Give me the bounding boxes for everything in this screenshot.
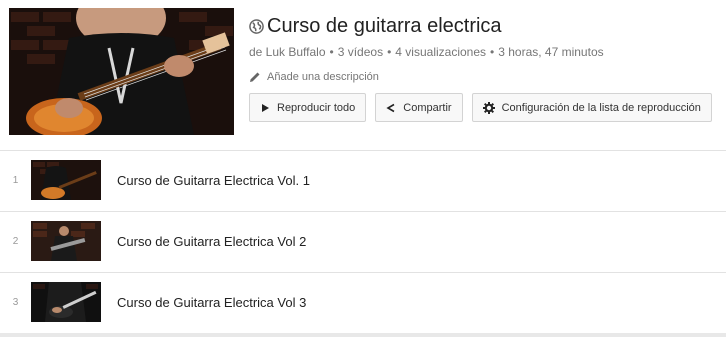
video-thumbnail-image	[31, 282, 101, 322]
video-index: 1	[12, 175, 19, 186]
video-count: 3 vídeos	[337, 45, 384, 59]
video-title[interactable]: Curso de Guitarra Electrica Vol. 1	[117, 173, 310, 188]
author-link[interactable]: de Luk Buffalo	[249, 45, 326, 59]
play-all-label: Reproducir todo	[277, 101, 356, 114]
playlist-title: Curso de guitarra electrica	[267, 14, 502, 37]
video-row[interactable]: 1 Curso de Guitarra Electrica Vol. 1	[0, 151, 726, 212]
video-title[interactable]: Curso de Guitarra Electrica Vol 3	[117, 295, 306, 310]
share-button[interactable]: Compartir	[375, 93, 463, 122]
separator: •	[329, 45, 334, 59]
video-index: 3	[12, 297, 19, 308]
guitarist-image	[9, 8, 234, 135]
video-row[interactable]: 3 Curso de Guitarra Electrica Vol 3	[0, 273, 726, 334]
video-index: 2	[12, 236, 19, 247]
play-icon	[262, 103, 269, 112]
share-label: Compartir	[403, 101, 452, 114]
share-icon	[386, 103, 395, 112]
video-title[interactable]: Curso de Guitarra Electrica Vol 2	[117, 234, 306, 249]
add-description[interactable]: Añade una descripción	[249, 71, 726, 83]
play-all-button[interactable]: Reproducir todo	[249, 93, 367, 122]
video-row[interactable]: 2 Curso de Guitarra Electrica Vol 2	[0, 212, 726, 273]
gear-icon	[482, 101, 495, 114]
add-description-label: Añade una descripción	[267, 71, 379, 83]
list-footer-bar	[0, 333, 726, 337]
playlist-info: Curso de guitarra electrica de Luk Buffa…	[249, 12, 726, 84]
video-thumbnail-image	[31, 221, 101, 261]
playlist-thumbnail[interactable]	[9, 8, 234, 135]
video-thumbnail[interactable]	[31, 282, 101, 322]
video-thumbnail-image	[31, 160, 101, 200]
globe-icon	[249, 18, 264, 34]
total-duration: 3 horas, 47 minutos	[498, 45, 604, 59]
separator: •	[387, 45, 392, 59]
separator: •	[490, 45, 495, 59]
title-row: Curso de guitarra electrica	[249, 12, 726, 40]
playlist-settings-label: Configuración de la lista de reproducció…	[501, 101, 701, 114]
view-count: 4 visualizaciones	[395, 45, 487, 59]
playlist-settings-button[interactable]: Configuración de la lista de reproducció…	[471, 93, 712, 122]
video-thumbnail[interactable]	[31, 221, 101, 261]
playlist-meta: de Luk Buffalo • 3 vídeos • 4 visualizacione…	[249, 45, 726, 59]
video-thumbnail[interactable]	[31, 160, 101, 200]
pencil-icon	[250, 72, 260, 82]
video-list: 1 Curso de Guitarra Electrica Vol. 1 2 C…	[0, 151, 726, 334]
playlist-actions: Reproducir todo Compartir Configuración …	[249, 93, 721, 122]
playlist-header: Curso de guitarra electrica de Luk Buffa…	[0, 0, 726, 150]
